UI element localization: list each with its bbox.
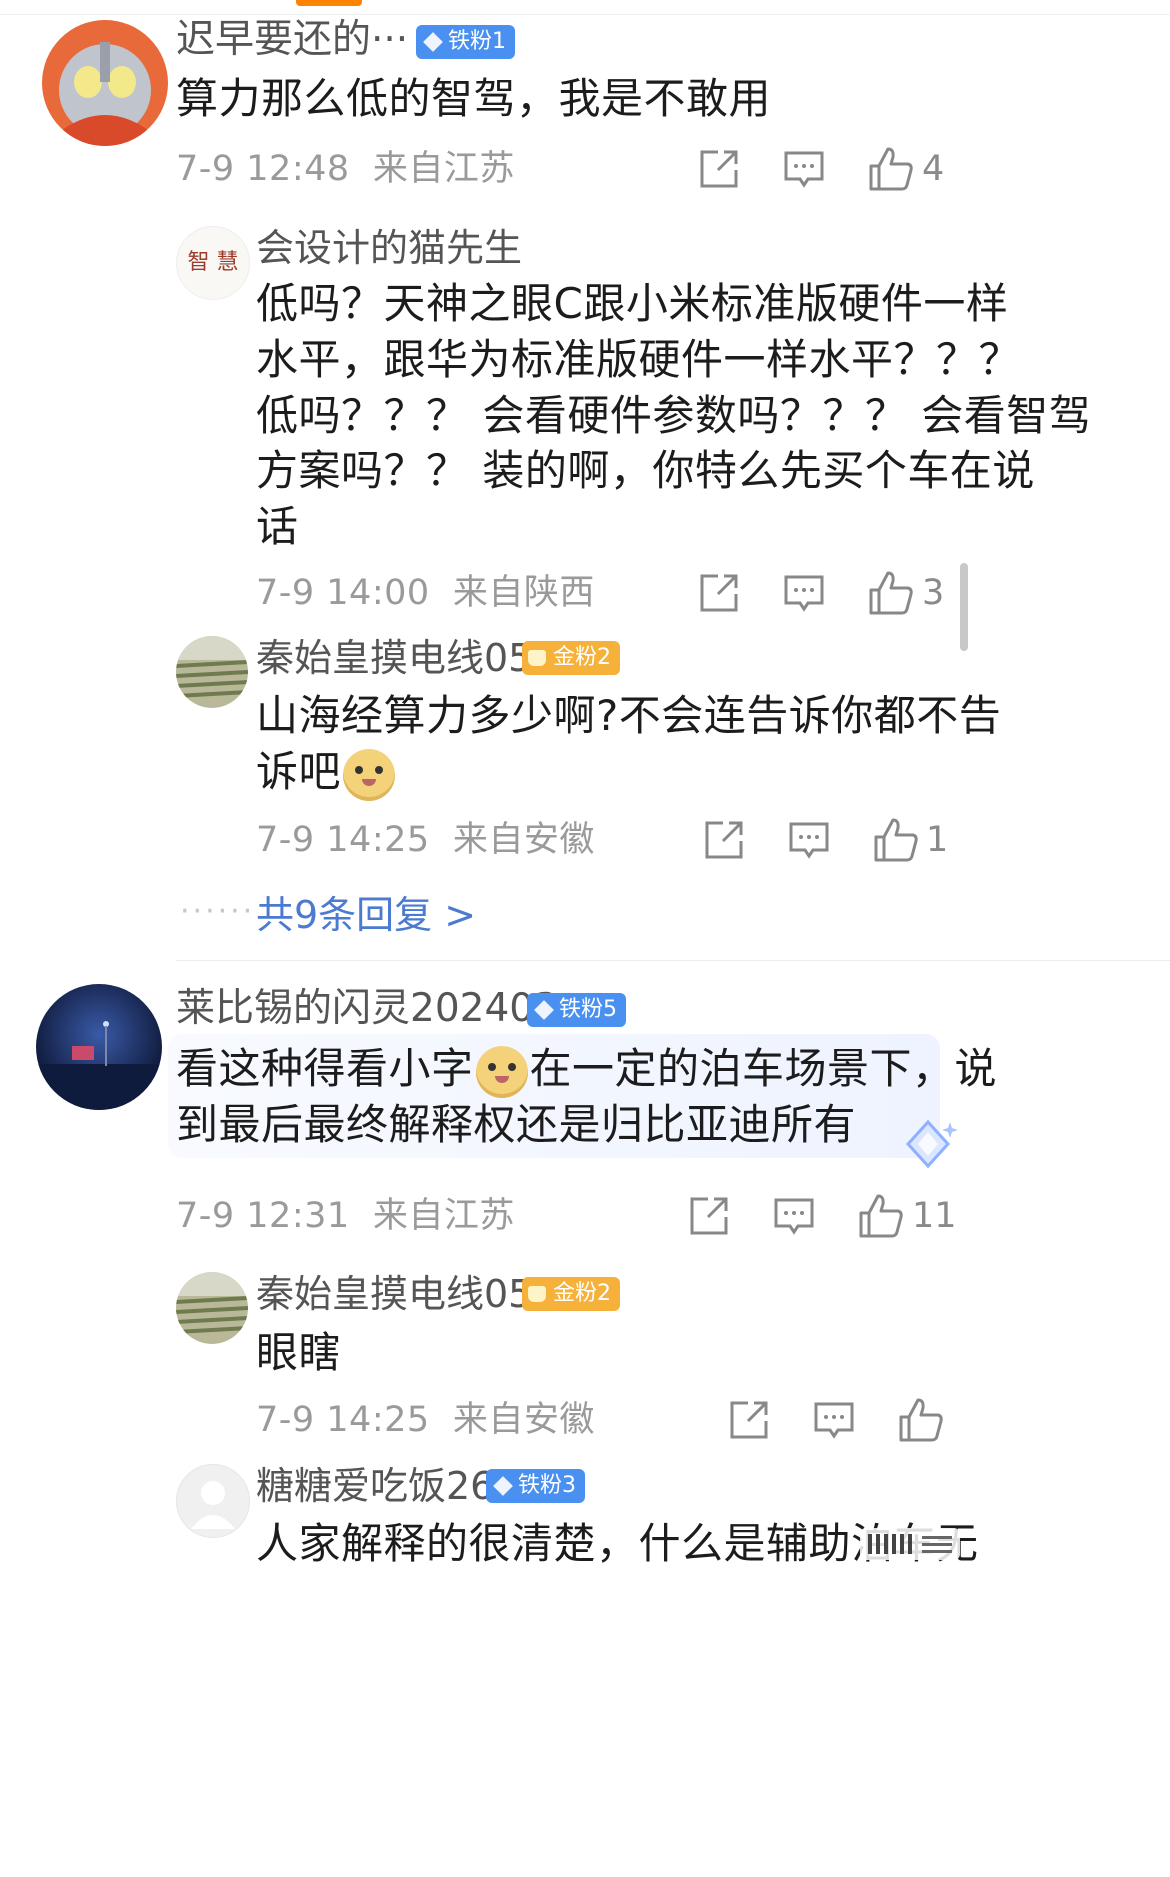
- reply-text: 眼瞎: [256, 1328, 342, 1377]
- fan-badge: 金粉2: [522, 1277, 620, 1311]
- active-tab-indicator: [296, 0, 362, 6]
- username[interactable]: 秦始皇摸电线05: [256, 1270, 532, 1318]
- forward-icon[interactable]: [701, 817, 747, 863]
- doge-emoji-icon: [343, 748, 396, 801]
- forward-icon[interactable]: [686, 1193, 732, 1239]
- reply-text-line: 诉吧: [256, 739, 397, 805]
- avatar[interactable]: 智 慧: [176, 226, 250, 300]
- like-count: 1: [926, 820, 949, 860]
- username[interactable]: 糖糖爱吃饭26: [256, 1462, 494, 1510]
- like-icon[interactable]: [866, 568, 916, 618]
- comment-text: 算力那么低的智驾，我是不敢用: [176, 74, 772, 123]
- diamond-icon: [534, 1000, 554, 1020]
- comment-icon[interactable]: [781, 570, 827, 616]
- scrollbar-thumb[interactable]: [960, 563, 968, 651]
- avatar[interactable]: [176, 636, 248, 708]
- top-edge: [0, 0, 1170, 15]
- comment-meta: 7-9 14:25 来自安徽: [256, 820, 595, 860]
- reply-text-line: 话: [256, 502, 299, 551]
- comment-meta: 7-9 12:31 来自江苏: [176, 1196, 515, 1236]
- comment-meta: 7-9 14:25 来自安徽: [256, 1400, 595, 1440]
- fan-badge: 金粉2: [522, 641, 620, 675]
- sparkle-diamond-icon: [898, 1116, 958, 1176]
- like-icon[interactable]: [871, 815, 921, 865]
- ellipsis-dots: ······: [180, 894, 256, 929]
- avatar[interactable]: [176, 1464, 250, 1538]
- forward-icon[interactable]: [696, 146, 742, 192]
- comment-meta: 7-9 14:00 来自陕西: [256, 573, 595, 613]
- fan-badge: 铁粉3: [486, 1469, 585, 1503]
- comment-icon[interactable]: [811, 1397, 857, 1443]
- username[interactable]: 秦始皇摸电线05: [256, 634, 532, 682]
- avatar[interactable]: [42, 20, 168, 146]
- avatar[interactable]: [176, 1272, 248, 1344]
- username[interactable]: 迟早要还的···: [176, 16, 408, 64]
- reply-text-line: 方案吗？？ 装的啊，你特么先买个车在说: [256, 446, 1035, 495]
- like-icon[interactable]: [856, 1191, 906, 1241]
- doge-emoji-icon: [475, 1045, 528, 1098]
- comment-icon[interactable]: [781, 146, 827, 192]
- forward-icon[interactable]: [696, 570, 742, 616]
- comment-icon[interactable]: [771, 1193, 817, 1239]
- comment-icon[interactable]: [786, 817, 832, 863]
- diamond-icon: [423, 32, 443, 52]
- username[interactable]: 会设计的猫先生: [256, 224, 522, 272]
- like-count: 11: [912, 1196, 957, 1236]
- comment-text-line: 到最后最终解释权还是归比亚迪所有: [176, 1100, 857, 1149]
- avatar[interactable]: [36, 984, 162, 1110]
- more-menu-icon[interactable]: [860, 1524, 960, 1564]
- like-count: 3: [922, 573, 945, 613]
- like-count: 4: [922, 149, 945, 189]
- like-icon[interactable]: [896, 1395, 946, 1445]
- more-replies-link[interactable]: 共9条回复 >: [256, 884, 476, 939]
- fan-badge: 铁粉1: [416, 25, 515, 59]
- diamond-icon: [493, 1476, 513, 1496]
- fan-badge: 铁粉5: [527, 993, 626, 1027]
- comment-divider: [176, 960, 1170, 961]
- like-icon[interactable]: [866, 144, 916, 194]
- forward-icon[interactable]: [726, 1397, 772, 1443]
- crown-icon: [528, 650, 546, 666]
- username[interactable]: 莱比锡的闪灵202403: [176, 985, 559, 1033]
- crown-icon: [528, 1286, 546, 1302]
- comment-meta: 7-9 12:48 来自江苏: [176, 149, 515, 189]
